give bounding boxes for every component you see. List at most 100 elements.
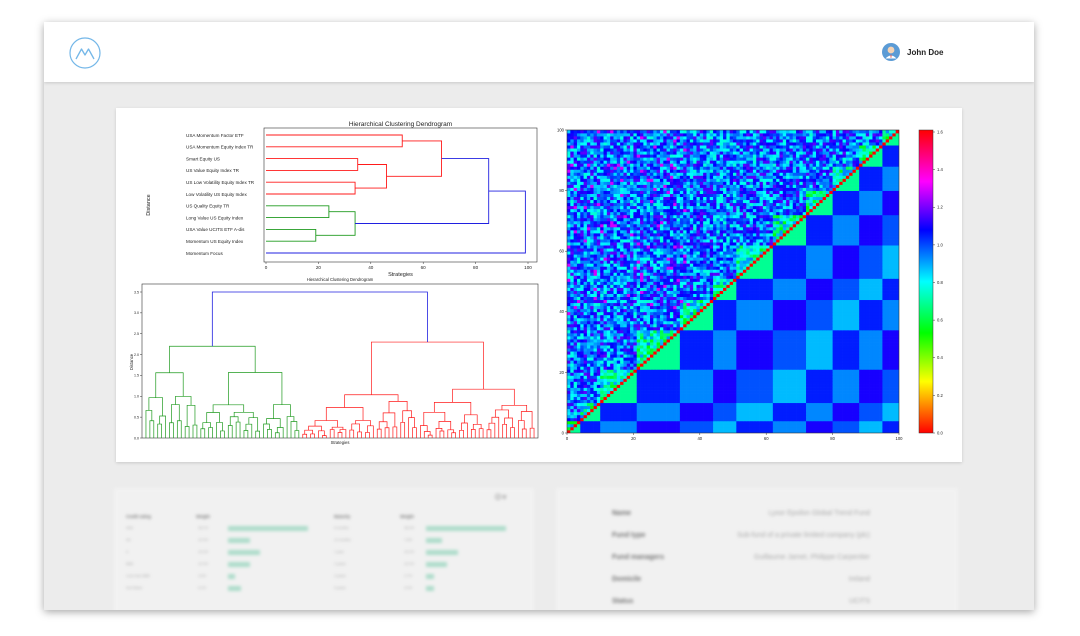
heatmap-cell — [713, 293, 717, 297]
heatmap-cell — [789, 417, 794, 422]
heatmap-cell — [716, 405, 721, 410]
heatmap-cell — [673, 393, 677, 397]
heatmap-cell — [610, 405, 614, 410]
heatmap-cell — [816, 287, 820, 291]
heatmap-cell — [892, 363, 897, 367]
heatmap-cell — [583, 354, 588, 358]
heatmap-cell — [593, 378, 598, 382]
heatmap-cell — [576, 396, 581, 401]
heatmap-cell — [723, 420, 727, 425]
heatmap-cell — [822, 320, 827, 325]
heatmap-cell — [606, 387, 611, 391]
heatmap-cell — [799, 393, 804, 397]
heatmap-cell — [686, 314, 691, 319]
heatmap-cell — [802, 420, 807, 425]
heatmap-cell — [852, 378, 857, 382]
heatmap-cell — [596, 323, 601, 328]
heatmap-cell — [659, 381, 664, 385]
mountain-logo-icon[interactable] — [69, 37, 101, 69]
heatmap-cell — [630, 411, 634, 416]
heatmap-cell — [656, 290, 661, 294]
heatmap-cell — [673, 402, 677, 407]
heatmap-cell — [709, 381, 714, 385]
heatmap-cell — [689, 381, 694, 385]
heatmap-cell — [716, 366, 721, 370]
heatmap-cell — [610, 390, 614, 394]
heatmap-cell — [676, 399, 681, 404]
heatmap-cell — [806, 372, 810, 376]
heatmap-cell — [699, 326, 704, 331]
heatmap-cell — [676, 329, 681, 334]
heatmap-cell — [590, 369, 594, 373]
heatmap-cell — [806, 363, 810, 367]
heatmap-cell — [832, 357, 837, 361]
heatmap-cell — [779, 351, 784, 355]
heatmap-cell — [852, 348, 857, 352]
heatmap-cell — [733, 296, 737, 301]
heatmap-cell — [679, 317, 684, 322]
heatmap-cell — [616, 308, 621, 313]
heatmap-cell — [713, 323, 717, 328]
heatmap-cell — [812, 387, 817, 391]
heatmap-cell — [739, 363, 744, 367]
heatmap-cell — [855, 411, 860, 416]
heatmap-cell — [626, 375, 631, 379]
user-menu[interactable]: John Doe — [882, 43, 943, 61]
heatmap-cell — [796, 333, 800, 337]
heatmap-cell — [822, 384, 827, 388]
heatmap-cell — [746, 287, 750, 291]
heatmap-cell — [835, 399, 840, 404]
heatmap-cell — [802, 308, 807, 313]
heatmap-cell — [679, 399, 684, 404]
heatmap-cell — [869, 375, 873, 379]
heatmap-cell — [742, 357, 747, 361]
heatmap-cell — [613, 372, 618, 376]
heatmap-cell — [809, 299, 814, 304]
heatmap-cell — [776, 293, 780, 297]
heatmap-cell — [613, 405, 618, 410]
heatmap-cell — [806, 366, 810, 370]
heatmap-cell — [646, 360, 651, 364]
heatmap-cell — [835, 293, 840, 297]
heatmap-cell — [749, 396, 754, 401]
heatmap-cell — [669, 375, 674, 379]
heatmap-cell — [663, 381, 667, 385]
heatmap-cell — [869, 305, 873, 310]
heatmap-cell — [570, 284, 574, 288]
heatmap-cell — [835, 302, 840, 307]
heatmap-cell — [855, 375, 860, 379]
heatmap-cell — [792, 375, 797, 379]
heatmap-cell — [829, 372, 833, 376]
heatmap-cell — [666, 369, 671, 373]
heatmap-cell — [650, 326, 654, 331]
heatmap-cell — [852, 384, 857, 388]
heatmap-cell — [852, 305, 857, 310]
heatmap-cell — [796, 317, 800, 322]
heatmap-cell — [879, 296, 883, 301]
heatmap-cell — [819, 381, 823, 385]
heatmap-cell — [593, 299, 598, 304]
heatmap-cell — [586, 320, 591, 325]
heatmap-cell — [806, 399, 810, 404]
heatmap-cell — [825, 375, 830, 379]
heatmap-cell — [756, 311, 760, 316]
heatmap-cell — [855, 354, 860, 358]
heatmap-cell — [583, 317, 588, 322]
heatmap-cell — [613, 317, 618, 322]
heatmap-cell — [653, 405, 657, 410]
heatmap-cell — [812, 402, 817, 407]
heatmap-cell — [879, 363, 883, 367]
heatmap-cell — [686, 411, 691, 416]
heatmap-cell — [606, 402, 611, 407]
heatmap-cell — [576, 299, 581, 304]
heatmap-cell — [802, 369, 807, 373]
heatmap-cell — [782, 405, 787, 410]
heatmap-cell — [835, 317, 840, 322]
heatmap-cell — [646, 308, 651, 313]
heatmap-cell — [570, 299, 574, 304]
heatmap-cell — [885, 339, 890, 343]
heatmap-cell — [852, 360, 857, 364]
heatmap-cell — [689, 423, 694, 428]
heatmap-cell — [580, 354, 584, 358]
heatmap-cell — [590, 314, 594, 319]
